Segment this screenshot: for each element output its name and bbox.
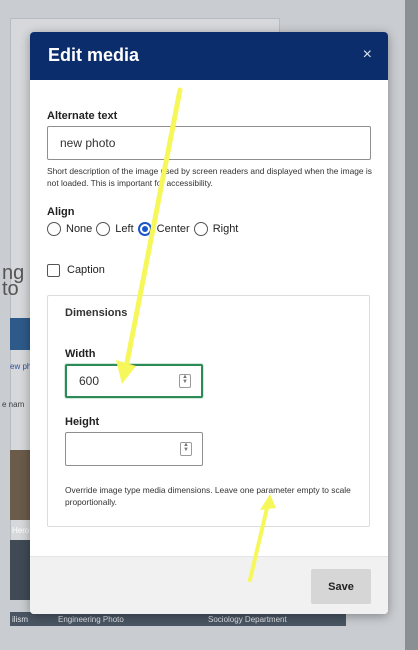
alt-text-label: Alternate text [47, 110, 118, 122]
width-value: 600 [79, 374, 100, 388]
align-option-label: Center [156, 223, 190, 235]
align-option-none[interactable]: None [47, 222, 92, 236]
width-input[interactable]: 600 ▲ ▼ [65, 364, 203, 398]
align-option-label: Right [212, 223, 239, 235]
alt-text-description: Short description of the image used by s… [47, 166, 372, 188]
align-radio-group: None Left Center Right [47, 222, 242, 236]
background-image [10, 540, 30, 600]
background-caption: Sociology Department [208, 615, 287, 624]
background-text: Hero [12, 526, 30, 535]
dimensions-fieldset: Dimensions Width 600 ▲ ▼ Height ▲ ▼ Overri… [47, 295, 370, 527]
dialog-footer: Save [30, 556, 388, 614]
alt-text-input[interactable]: new photo [47, 126, 371, 160]
background-heading: to [2, 278, 19, 300]
dialog-header: Edit media × [30, 32, 388, 80]
background-caption: ilism [12, 615, 28, 624]
radio-left[interactable] [96, 222, 111, 236]
radio-center[interactable] [137, 222, 152, 236]
dialog-title: Edit media [48, 45, 140, 65]
width-label: Width [65, 348, 96, 360]
width-spinner-icon[interactable]: ▲ ▼ [179, 374, 191, 388]
align-option-label: None [66, 223, 93, 235]
background-link: ew ph [10, 362, 32, 371]
save-button[interactable]: Save [311, 569, 371, 604]
align-option-right[interactable]: Right [193, 222, 239, 236]
background-image [10, 318, 30, 350]
radio-none[interactable] [47, 222, 61, 236]
align-option-left[interactable]: Left [96, 222, 134, 236]
caption-label: Caption [67, 264, 105, 276]
height-spinner-icon[interactable]: ▲ ▼ [180, 442, 192, 456]
background-text: e nam [2, 400, 25, 409]
caption-checkbox[interactable] [47, 264, 60, 277]
dimensions-legend: Dimensions [65, 307, 128, 319]
dimensions-description: Override image type media dimensions. Le… [65, 485, 351, 507]
align-label: Align [47, 206, 75, 218]
align-option-label: Left [115, 223, 134, 235]
edit-media-dialog: Edit media × Alternate text new photo Sh… [30, 32, 388, 614]
alt-text-value: new photo [60, 136, 116, 150]
radio-right[interactable] [193, 222, 208, 236]
height-label: Height [65, 416, 100, 428]
align-option-center[interactable]: Center [137, 222, 190, 236]
close-button[interactable]: × [363, 46, 372, 64]
background-caption: Engineering Photo [58, 615, 124, 624]
background-image [10, 450, 30, 520]
height-input[interactable]: ▲ ▼ [65, 432, 203, 466]
